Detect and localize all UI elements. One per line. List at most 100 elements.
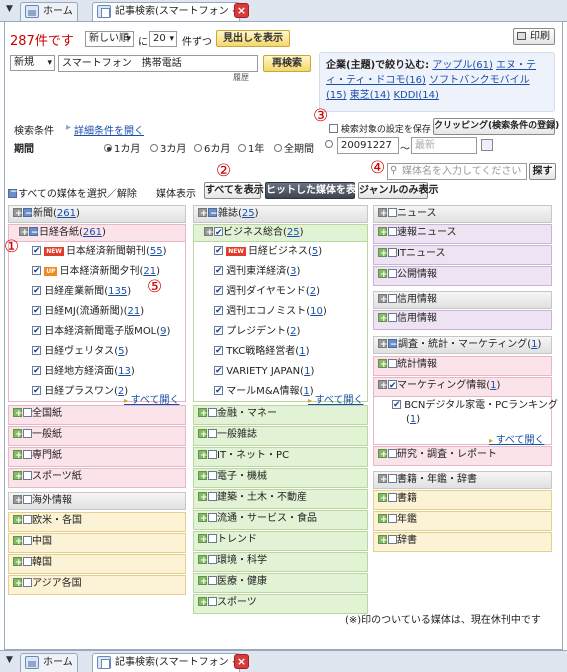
media-item[interactable]: VARIETY JAPAN(1)	[214, 364, 314, 379]
media-item-bcn[interactable]: BCNデジタル家電・PCランキング	[392, 398, 558, 413]
media-item[interactable]: 日経プラスワン(2)	[32, 384, 128, 399]
tab-home[interactable]: ホーム	[20, 653, 78, 672]
expand-icon[interactable]	[198, 469, 208, 485]
media-count[interactable]: 1	[299, 346, 305, 357]
checkbox[interactable]	[214, 225, 223, 241]
checkbox[interactable]	[208, 575, 217, 585]
checkbox[interactable]	[388, 268, 397, 278]
show-hit-media-button[interactable]: ヒットした媒体を表示	[265, 182, 366, 199]
collapse-icon[interactable]	[208, 206, 218, 222]
expand-icon[interactable]	[198, 448, 208, 464]
media-item[interactable]: 日経MJ(流通新聞)(21)	[32, 304, 144, 319]
expand-icon[interactable]	[378, 292, 388, 308]
expand-icon[interactable]	[378, 472, 388, 488]
checkbox[interactable]	[388, 358, 397, 368]
media-item[interactable]: 日本経済新聞電子版MOL(9)	[32, 324, 170, 339]
radio[interactable]	[325, 140, 333, 148]
checkbox[interactable]	[388, 226, 397, 236]
radio[interactable]	[104, 144, 112, 152]
category-news[interactable]: ニュース	[373, 205, 552, 223]
checkbox[interactable]	[32, 284, 41, 298]
checkbox[interactable]	[214, 324, 223, 338]
expand-icon[interactable]	[378, 447, 388, 463]
expand-icon[interactable]	[13, 555, 23, 571]
group-count[interactable]: 1	[490, 380, 496, 391]
expand-icon[interactable]	[198, 574, 208, 590]
checkbox[interactable]	[388, 513, 397, 523]
checkbox[interactable]	[32, 304, 41, 318]
show-headlines-button[interactable]: 見出しを表示	[216, 30, 290, 47]
group-general[interactable]: 一般紙	[8, 426, 186, 446]
media-item[interactable]: TKC戦略経営者(1)	[214, 344, 309, 359]
expand-icon[interactable]	[204, 225, 214, 241]
expand-icon[interactable]	[378, 311, 388, 327]
group-magazine[interactable]: 環境・科学	[193, 552, 368, 572]
period-option-3m[interactable]: 3カ月	[150, 140, 186, 155]
media-item[interactable]: 日経地方経済面(13)	[32, 364, 135, 379]
category-overseas[interactable]: 海外情報	[8, 492, 186, 510]
media-count[interactable]: 21	[143, 266, 156, 277]
checkbox[interactable]	[208, 554, 217, 564]
expand-icon[interactable]	[198, 490, 208, 506]
media-item[interactable]: マールM&A情報(1)	[214, 384, 314, 399]
checkbox[interactable]	[23, 514, 32, 524]
checkbox[interactable]	[23, 428, 32, 438]
open-all-link[interactable]: すべて開く	[489, 431, 545, 446]
checkbox[interactable]	[208, 407, 217, 417]
checkbox[interactable]	[23, 556, 32, 566]
checkbox[interactable]	[23, 470, 32, 480]
group-books[interactable]: 書籍	[373, 490, 552, 510]
period-to-input[interactable]: 最新	[411, 137, 477, 154]
category-magazine[interactable]: 雑誌(25)	[193, 205, 368, 223]
research-button[interactable]: 再検索	[263, 55, 311, 72]
expand-icon[interactable]	[378, 533, 388, 549]
expand-icon[interactable]	[13, 406, 23, 422]
checkbox[interactable]	[214, 364, 223, 378]
expand-icon[interactable]	[378, 225, 388, 241]
checkbox[interactable]	[388, 293, 397, 303]
search-input[interactable]: スマートフォン 携帯電話	[58, 55, 258, 72]
checkbox[interactable]	[388, 247, 397, 257]
group-trade[interactable]: 専門紙	[8, 447, 186, 467]
group-overseas[interactable]: 韓国	[8, 554, 186, 574]
checkbox[interactable]	[32, 264, 41, 278]
company-link[interactable]: KDDI(14)	[393, 90, 438, 101]
period-option-all[interactable]: 全期間	[274, 140, 314, 155]
expand-icon[interactable]	[198, 406, 208, 422]
period-option-1y[interactable]: 1年	[238, 140, 264, 155]
expand-icon[interactable]	[378, 512, 388, 528]
expand-icon[interactable]	[13, 206, 23, 222]
category-count[interactable]: 261	[57, 208, 76, 219]
expand-icon[interactable]	[378, 206, 388, 222]
media-count[interactable]: 5	[312, 246, 318, 257]
checkbox[interactable]	[32, 324, 41, 338]
group-sports[interactable]: スポーツ紙	[8, 468, 186, 488]
checkbox[interactable]	[388, 448, 397, 458]
media-item[interactable]: NEW日経ビジネス(5)	[214, 244, 322, 259]
checkbox[interactable]	[208, 449, 217, 459]
group-research-report[interactable]: 研究・調査・レポート	[373, 446, 552, 466]
checkbox[interactable]	[392, 398, 401, 412]
media-count[interactable]: 3	[290, 266, 296, 277]
group-magazine[interactable]: IT・ネット・PC	[193, 447, 368, 467]
expand-icon[interactable]	[13, 534, 23, 550]
clipping-button[interactable]: クリッピング(検索条件の登録)	[433, 118, 559, 135]
genre-only-button[interactable]: ジャンルのみ表示	[358, 182, 439, 199]
group-overseas[interactable]: アジア各国	[8, 575, 186, 595]
checkbox[interactable]	[208, 512, 217, 522]
group-national[interactable]: 全国紙	[8, 405, 186, 425]
expand-icon[interactable]	[378, 267, 388, 283]
checkbox[interactable]	[388, 534, 397, 544]
radio[interactable]	[194, 144, 202, 152]
checkbox[interactable]	[214, 244, 223, 258]
group-yearbook[interactable]: 年鑑	[373, 511, 552, 531]
subcategory-count[interactable]: 261	[83, 227, 102, 238]
subcategory-business[interactable]: ビジネス総合(25)	[193, 224, 368, 242]
group-magazine[interactable]: 電子・機械	[193, 468, 368, 488]
tab-list-dropdown[interactable]: ▼	[6, 4, 13, 14]
period-from-input[interactable]: 20091227	[337, 137, 399, 154]
checkbox[interactable]	[208, 596, 217, 606]
expand-icon[interactable]	[13, 448, 23, 464]
checkbox[interactable]	[32, 244, 41, 258]
media-count[interactable]: 13	[118, 366, 131, 377]
